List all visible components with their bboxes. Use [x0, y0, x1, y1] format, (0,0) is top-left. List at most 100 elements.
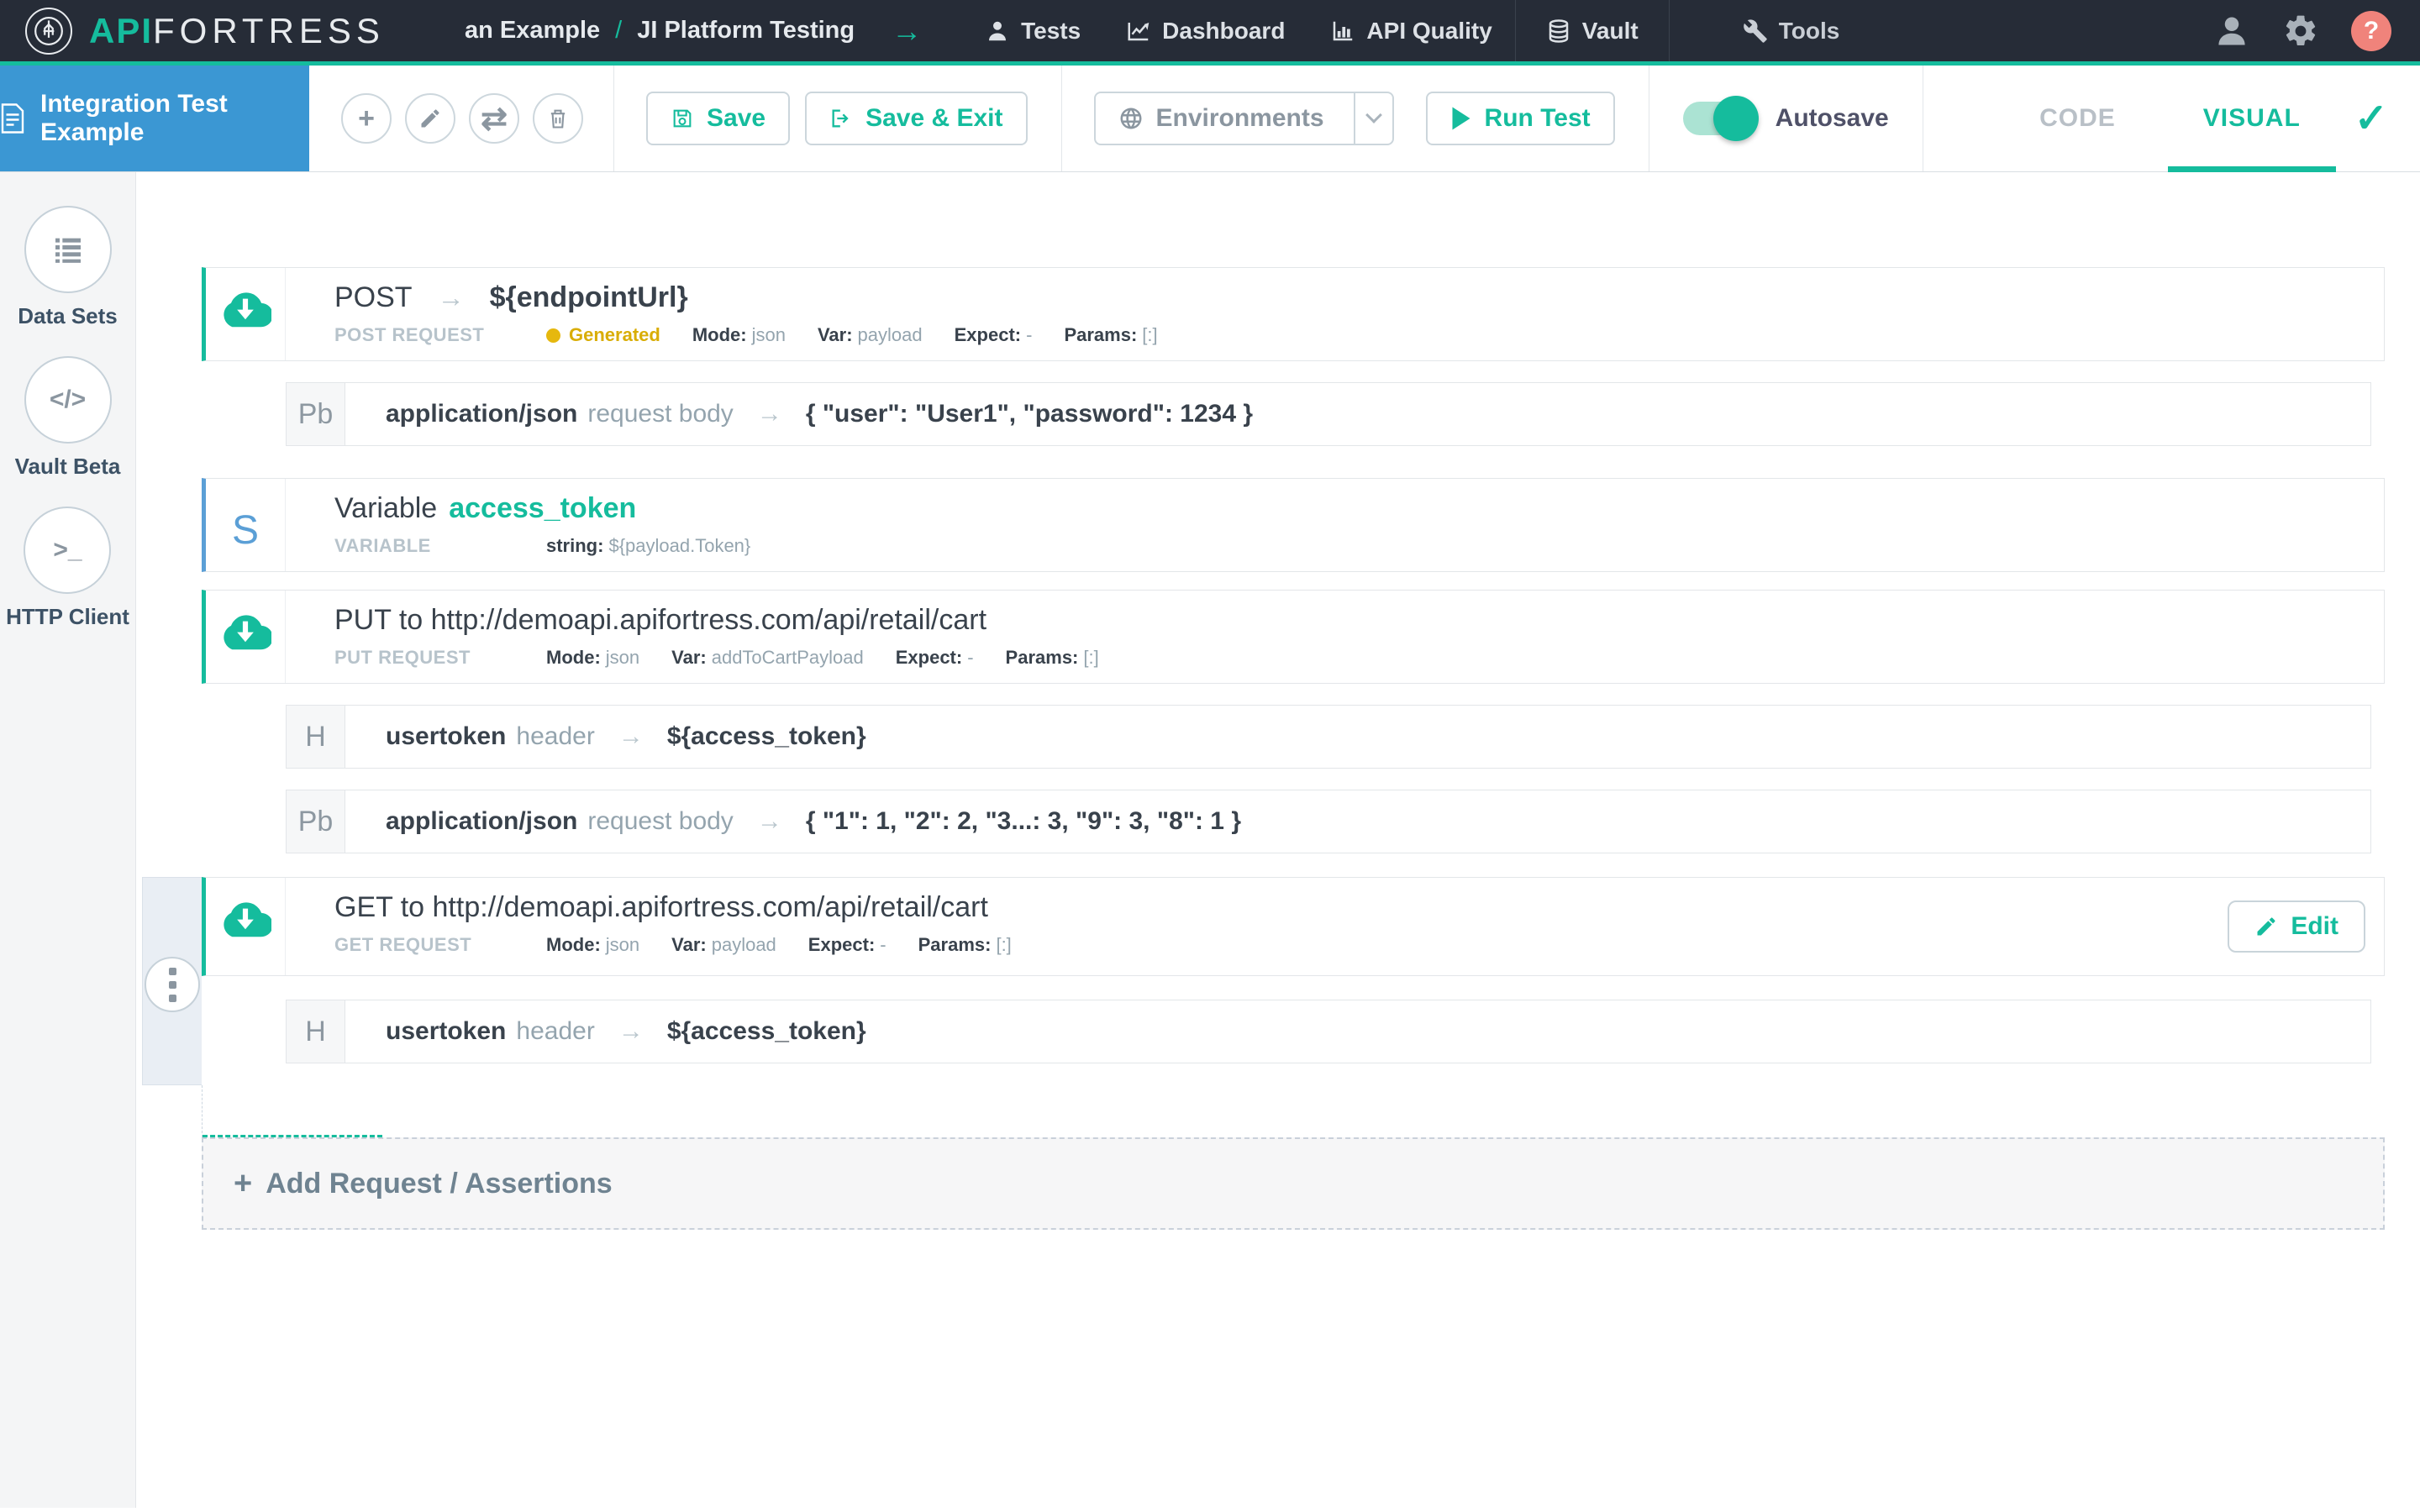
saved-check-icon: ✓ — [2354, 66, 2388, 171]
unit-get-request-group: GET to http://demoapi.apifortress.com/ap… — [142, 877, 2385, 1085]
meta-expect: Expect:- — [955, 324, 1033, 346]
plus-icon: + — [234, 1166, 252, 1202]
meta-var: Var:addToCartPayload — [671, 647, 864, 669]
settings-gear-icon[interactable] — [2282, 13, 2319, 50]
sidebar-item-http-client[interactable]: >_ HTTP Client — [6, 507, 129, 630]
top-navbar: APIFORTRESS an Example / JI Platform Tes… — [0, 0, 2420, 66]
child-row-content: usertoken header → ${access_token} — [345, 1000, 866, 1063]
row-kind: header — [516, 722, 594, 751]
meta-params: Params:[:] — [1006, 647, 1099, 669]
meta-mode: Mode:json — [546, 934, 639, 956]
child-row-content: application/json request body → { "user"… — [345, 383, 1253, 445]
save-exit-button[interactable]: Save & Exit — [805, 92, 1027, 145]
unit-variable[interactable]: S Variable access_token VARIABLE string:… — [202, 478, 2385, 572]
sidebar-item-data-sets[interactable]: Data Sets — [18, 206, 118, 329]
edit-unit-button[interactable] — [405, 93, 455, 144]
unit-put-request[interactable]: PUT to http://demoapi.apifortress.com/ap… — [202, 590, 2385, 684]
unit-icon-cell — [206, 268, 286, 360]
toolbar-divider — [613, 66, 614, 171]
environments-dropdown[interactable]: Environments — [1094, 92, 1394, 145]
breadcrumb-separator: / — [615, 17, 622, 45]
arrow-icon: → — [618, 1017, 644, 1046]
add-unit-button[interactable]: + — [341, 93, 392, 144]
unit-options-button[interactable] — [145, 957, 200, 1012]
test-canvas: POST → ${endpointUrl} POST REQUEST Gener… — [136, 172, 2420, 1508]
generated-label: Generated — [569, 324, 660, 346]
logo-wordmark: APIFORTRESS — [89, 11, 385, 51]
put-body-row[interactable]: Pb application/json request body → { "1"… — [286, 790, 2371, 853]
breadcrumb-project[interactable]: an Example — [465, 17, 600, 45]
child-row-content: application/json request body → { "1": 1… — [345, 790, 1241, 853]
add-request-assertions-button[interactable]: + Add Request / Assertions — [202, 1137, 2385, 1230]
reorder-units-button[interactable]: ⇄ — [469, 93, 519, 144]
row-kind: request body — [587, 400, 733, 428]
breadcrumb-test-name[interactable]: JI Platform Testing — [637, 17, 855, 45]
sidebar-item-vault-beta[interactable]: </> Vault Beta — [15, 356, 121, 480]
trash-icon — [546, 107, 570, 130]
row-value: { "user": "User1", "password": 1234 } — [806, 400, 1253, 428]
delete-unit-button[interactable] — [533, 93, 583, 144]
save-floppy-icon — [671, 107, 694, 130]
main-area: Data Sets </> Vault Beta >_ HTTP Client … — [0, 172, 2420, 1508]
nav-item-vault[interactable]: Vault — [1515, 0, 1670, 61]
content-type: application/json — [386, 400, 577, 428]
cloud-download-icon — [219, 609, 271, 683]
nav-item-tests[interactable]: Tests — [962, 0, 1103, 61]
post-body-row[interactable]: Pb application/json request body → { "us… — [286, 382, 2371, 446]
run-test-button[interactable]: Run Test — [1426, 92, 1615, 145]
user-account-icon[interactable] — [2213, 13, 2250, 50]
header-badge: H — [287, 706, 345, 768]
meta-expect: Expect:- — [808, 934, 886, 956]
put-header-row[interactable]: H usertoken header → ${access_token} — [286, 705, 2371, 769]
meta-mode: Mode:json — [546, 647, 639, 669]
row-value: { "1": 1, "2": 2, "3...: 3, "9": 3, "8":… — [806, 807, 1241, 836]
unit-get-request[interactable]: GET to http://demoapi.apifortress.com/ap… — [202, 877, 2385, 1085]
unit-kind-label: POST REQUEST — [334, 324, 546, 346]
tab-code[interactable]: CODE — [1996, 66, 2160, 171]
autosave-toggle[interactable] — [1683, 102, 1755, 135]
generated-dot-icon — [546, 328, 560, 343]
variable-name: access_token — [449, 492, 636, 525]
environments-chevron[interactable] — [1354, 93, 1392, 144]
set-variable-icon: S — [232, 497, 259, 571]
unit-kind-label: PUT REQUEST — [334, 647, 546, 669]
get-header-row[interactable]: H usertoken header → ${access_token} — [286, 1000, 2371, 1063]
edit-label: Edit — [2291, 912, 2338, 941]
arrow-icon: → — [757, 807, 782, 836]
apifortress-logo[interactable]: APIFORTRESS — [25, 8, 385, 55]
unit-meta-row: PUT REQUEST Mode:json Var:addToCartPaylo… — [334, 647, 2384, 669]
unit-icon-cell: S — [206, 479, 286, 571]
variable-label: Variable — [334, 492, 437, 525]
logo-fortress-text: FORTRESS — [153, 11, 385, 51]
row-kind: header — [516, 1017, 594, 1046]
nav-item-api-quality[interactable]: API Quality — [1307, 0, 1514, 61]
meta-var: Var:payload — [818, 324, 923, 346]
get-unit-header: GET to http://demoapi.apifortress.com/ap… — [202, 877, 2385, 976]
arrow-icon: → — [618, 722, 644, 751]
save-button[interactable]: Save — [646, 92, 790, 145]
list-icon — [24, 206, 112, 293]
unit-post-request[interactable]: POST → ${endpointUrl} POST REQUEST Gener… — [202, 267, 2385, 361]
edit-unit-button[interactable]: Edit — [2228, 900, 2365, 953]
row-kind: request body — [587, 807, 733, 836]
dashboard-icon — [1126, 18, 1151, 44]
tests-icon — [985, 18, 1010, 44]
header-badge: H — [287, 1000, 345, 1063]
database-icon — [1546, 18, 1571, 44]
unit-body: POST → ${endpointUrl} POST REQUEST Gener… — [286, 268, 2384, 360]
header-name: usertoken — [386, 722, 506, 751]
test-name-button[interactable]: Integration Test Example — [0, 66, 309, 171]
arrow-icon: → — [438, 282, 465, 313]
nav-item-dashboard[interactable]: Dashboard — [1103, 0, 1307, 61]
autosave-label: Autosave — [1776, 104, 1889, 133]
logo-api-text: API — [89, 11, 153, 51]
breadcrumb: an Example / JI Platform Testing → — [465, 13, 922, 49]
fortress-emblem-icon — [25, 8, 72, 55]
help-icon[interactable]: ? — [2351, 11, 2391, 51]
save-exit-label: Save & Exit — [865, 104, 1002, 133]
globe-icon — [1118, 106, 1144, 131]
document-icon — [0, 103, 25, 134]
tab-visual[interactable]: VISUAL — [2160, 66, 2344, 171]
test-name-label: Integration Test Example — [40, 90, 309, 147]
nav-item-tools[interactable]: Tools — [1720, 0, 1863, 61]
